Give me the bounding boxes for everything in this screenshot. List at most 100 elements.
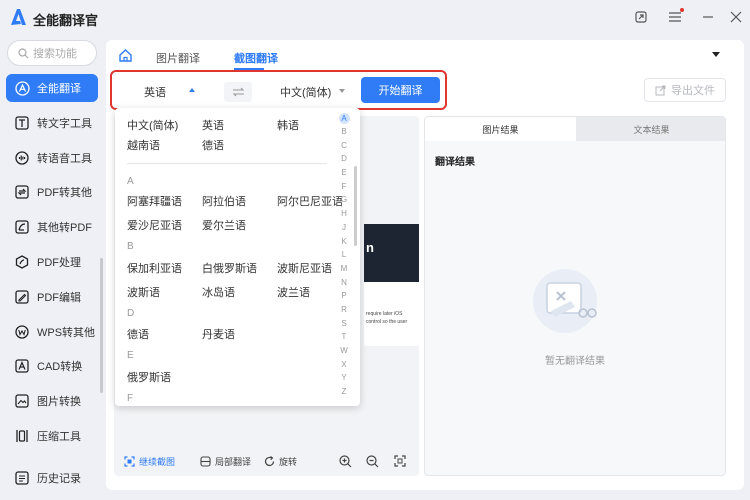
search-input[interactable]: 搜索功能 [7, 40, 97, 66]
language-option[interactable]: 爱尔兰语 [202, 217, 246, 233]
pdf-process-icon [14, 254, 30, 270]
language-option[interactable]: 白俄罗斯语 [202, 260, 257, 276]
language-option[interactable]: 波斯语 [127, 284, 160, 300]
alpha-index-item[interactable]: K [338, 235, 350, 249]
language-option[interactable]: 波兰语 [277, 284, 310, 300]
sidebar-item-label: 转文字工具 [37, 117, 92, 130]
language-option[interactable]: 波斯尼亚语 [277, 260, 332, 276]
result-panel: 图片结果 文本结果 翻译结果 暂无翻译结果 [424, 116, 726, 476]
alpha-index-item[interactable]: Z [338, 385, 350, 399]
language-option[interactable]: 越南语 [127, 137, 160, 153]
alpha-index-item[interactable]: G [338, 193, 350, 207]
alpha-index-item[interactable]: N [338, 276, 350, 290]
alpha-index-item[interactable]: E [338, 166, 350, 180]
home-icon[interactable] [118, 48, 133, 63]
alpha-index-item[interactable]: A [338, 113, 350, 124]
alpha-index-item[interactable]: T [338, 330, 350, 344]
sidebar-item-pdf-process[interactable]: PDF处理 [6, 248, 98, 276]
pin-icon[interactable] [633, 9, 649, 25]
sidebar-item-label: 图片转换 [37, 396, 81, 409]
language-option[interactable]: 阿尔巴尼亚语 [277, 193, 343, 209]
alpha-index-item[interactable]: D [338, 152, 350, 166]
fit-screen-icon [394, 455, 406, 467]
partial-translate-button[interactable]: 局部翻译 [200, 455, 251, 468]
alpha-index-item[interactable]: H [338, 207, 350, 221]
alpha-index-item[interactable]: M [338, 262, 350, 276]
language-option[interactable]: 爱沙尼亚语 [127, 217, 182, 233]
title-bar: 全能翻译官 [0, 0, 750, 36]
language-option[interactable]: 冰岛语 [202, 284, 235, 300]
language-option[interactable]: 英语 [202, 117, 224, 133]
alpha-index-item[interactable]: B [338, 125, 350, 139]
language-option[interactable]: 保加利亚语 [127, 260, 182, 276]
alpha-index-item[interactable]: Y [338, 371, 350, 385]
alpha-index-item[interactable]: P [338, 289, 350, 303]
target-language-select[interactable]: 中文(简体) [280, 84, 331, 100]
sidebar-item-pdf-to-other[interactable]: PDF转其他 [6, 178, 98, 206]
caret-down-icon [339, 89, 345, 93]
export-icon [655, 85, 666, 95]
sidebar-nav: 全能翻译 转文字工具 转语音工具 PDF转其他 其他转PDF PDF处理 PDF… [0, 74, 104, 457]
partial-label: 局部翻译 [215, 456, 252, 467]
alpha-index-item[interactable]: R [338, 303, 350, 317]
alpha-index-item[interactable]: J [338, 221, 350, 235]
alpha-index-item[interactable]: F [338, 180, 350, 194]
group-letter: F [127, 393, 134, 404]
tab-screenshot-translate[interactable]: 截图翻译 [234, 50, 278, 66]
cad-icon [14, 358, 30, 374]
alpha-index-item[interactable]: L [338, 248, 350, 262]
alpha-index-item[interactable]: W [338, 344, 350, 358]
caret-up-icon [189, 88, 195, 92]
sidebar-item-translate[interactable]: 全能翻译 [6, 74, 98, 102]
language-option[interactable]: 德语 [202, 137, 224, 153]
fit-screen-button[interactable] [394, 455, 410, 467]
screenshot-icon [124, 455, 135, 467]
zoom-out-button[interactable] [366, 454, 383, 468]
language-option[interactable]: 德语 [127, 326, 149, 342]
to-pdf-icon [14, 219, 30, 235]
minimize-icon[interactable] [700, 9, 716, 25]
tabs-dropdown-icon[interactable] [712, 52, 720, 57]
language-option[interactable]: 俄罗斯语 [127, 369, 171, 385]
language-option[interactable]: 中文(简体) [127, 117, 178, 133]
alphabet-index: A B C D E F G H J K L M N P R S T W X Y … [338, 112, 350, 399]
close-icon[interactable] [728, 9, 744, 25]
zoom-in-button[interactable] [339, 454, 356, 468]
app-logo-icon [11, 9, 26, 25]
sidebar-item-image-convert[interactable]: 图片转换 [6, 387, 98, 415]
export-file-button[interactable]: 导出文件 [644, 78, 726, 102]
sidebar-item-pdf-edit[interactable]: PDF编辑 [6, 283, 98, 311]
sidebar-item-cad-convert[interactable]: CAD转换 [6, 352, 98, 380]
tab-text-result[interactable]: 文本结果 [576, 117, 725, 141]
language-option[interactable]: 阿拉伯语 [202, 193, 246, 209]
sidebar-item-label: PDF编辑 [37, 291, 81, 304]
rotate-button[interactable]: 旋转 [264, 455, 297, 468]
tab-image-result[interactable]: 图片结果 [425, 117, 576, 141]
menu-icon[interactable] [667, 8, 684, 25]
rotate-icon [264, 455, 275, 466]
dropdown-scrollbar[interactable] [354, 166, 357, 246]
language-option[interactable]: 韩语 [277, 117, 299, 133]
group-letter: A [127, 176, 134, 187]
app-title: 全能翻译官 [33, 13, 99, 28]
sidebar-item-compress[interactable]: 压缩工具 [6, 422, 98, 450]
sidebar-scrollbar[interactable] [100, 258, 103, 393]
sidebar-item-wps-to-other[interactable]: WPS转其他 [6, 318, 98, 346]
sidebar-item-other-to-pdf[interactable]: 其他转PDF [6, 213, 98, 241]
sidebar-item-audio-tool[interactable]: 转语音工具 [6, 144, 98, 172]
text-icon [14, 115, 30, 131]
sidebar-item-history[interactable]: 历史记录 [6, 464, 81, 492]
continue-screenshot-button[interactable]: 继续截图 [124, 455, 175, 468]
sidebar-item-text-tool[interactable]: 转文字工具 [6, 109, 98, 137]
sidebar-item-label: 转语音工具 [37, 152, 92, 165]
swap-language-button[interactable] [224, 82, 252, 102]
language-option[interactable]: 丹麦语 [202, 326, 235, 342]
source-language-select[interactable]: 英语 [144, 84, 166, 100]
alpha-index-item[interactable]: S [338, 317, 350, 331]
start-translate-button[interactable]: 开始翻译 [361, 77, 440, 103]
alpha-index-item[interactable]: X [338, 358, 350, 372]
language-option[interactable]: 阿塞拜疆语 [127, 193, 182, 209]
language-dropdown: 中文(简体) 英语 韩语 越南语 德语 A 阿塞拜疆语 阿拉伯语 阿尔巴尼亚语 … [115, 108, 360, 406]
alpha-index-item[interactable]: C [338, 139, 350, 153]
tab-image-translate[interactable]: 图片翻译 [156, 50, 200, 66]
